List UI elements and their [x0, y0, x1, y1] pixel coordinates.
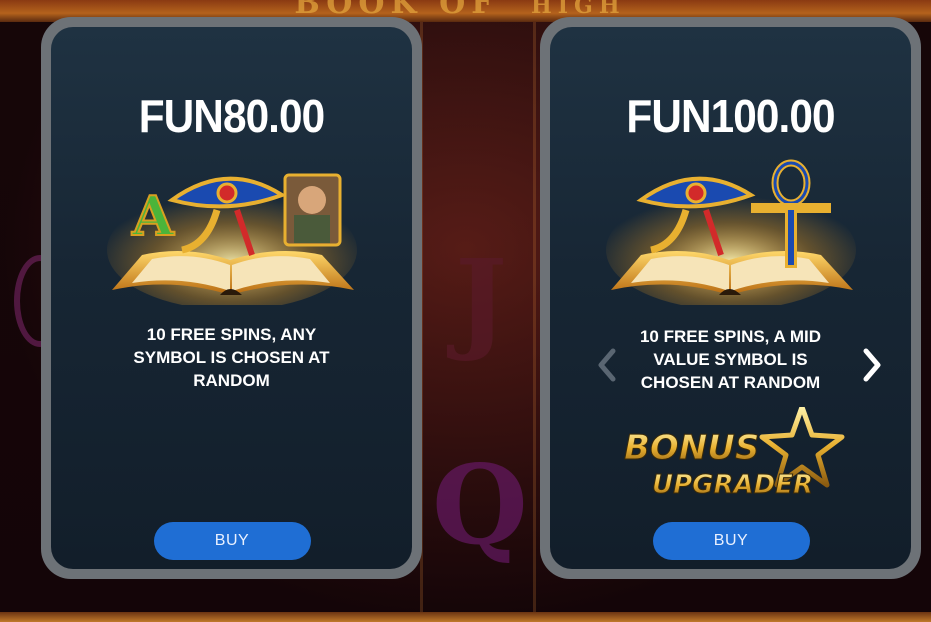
reel-divider — [533, 22, 536, 622]
reel-symbol-q: Q — [432, 440, 528, 569]
game-logo: BOOK OF HIGH — [294, 0, 626, 21]
offer-card-panel: FUN100.00 10 FREE SPINS, A MID VALUE SYM… — [550, 27, 911, 569]
bonus-upgrader-logo: BONUS UPGRADER — [624, 407, 845, 501]
buy-button[interactable]: BUY — [153, 522, 311, 560]
book-with-ankh-icon — [605, 159, 856, 305]
svg-text:UPGRADER: UPGRADER — [652, 470, 813, 500]
offer-card-1: FUN80.00 A 10 FREE SPINS, ANY SYMBOL IS … — [41, 17, 422, 579]
reel-symbol-j: J — [455, 235, 508, 364]
svg-text:BONUS: BONUS — [624, 428, 759, 468]
buy-button[interactable]: BUY — [652, 522, 810, 560]
offer-card-2: FUN100.00 10 FREE SPINS, A MID VALUE SYM… — [540, 17, 921, 579]
svg-text:A: A — [131, 184, 175, 248]
chevron-left-icon[interactable] — [595, 347, 619, 383]
chevron-right-icon[interactable] — [860, 347, 884, 383]
offer-description: 10 FREE SPINS, ANY SYMBOL IS CHOSEN AT R… — [133, 325, 330, 390]
offer-price: FUN80.00 — [138, 90, 325, 142]
offer-price: FUN100.00 — [626, 90, 835, 142]
book-with-symbols-icon: A — [106, 173, 357, 305]
offer-card-panel: FUN80.00 A 10 FREE SPINS, ANY SYMBOL IS … — [51, 27, 412, 569]
game-bottom-bar — [0, 612, 931, 622]
